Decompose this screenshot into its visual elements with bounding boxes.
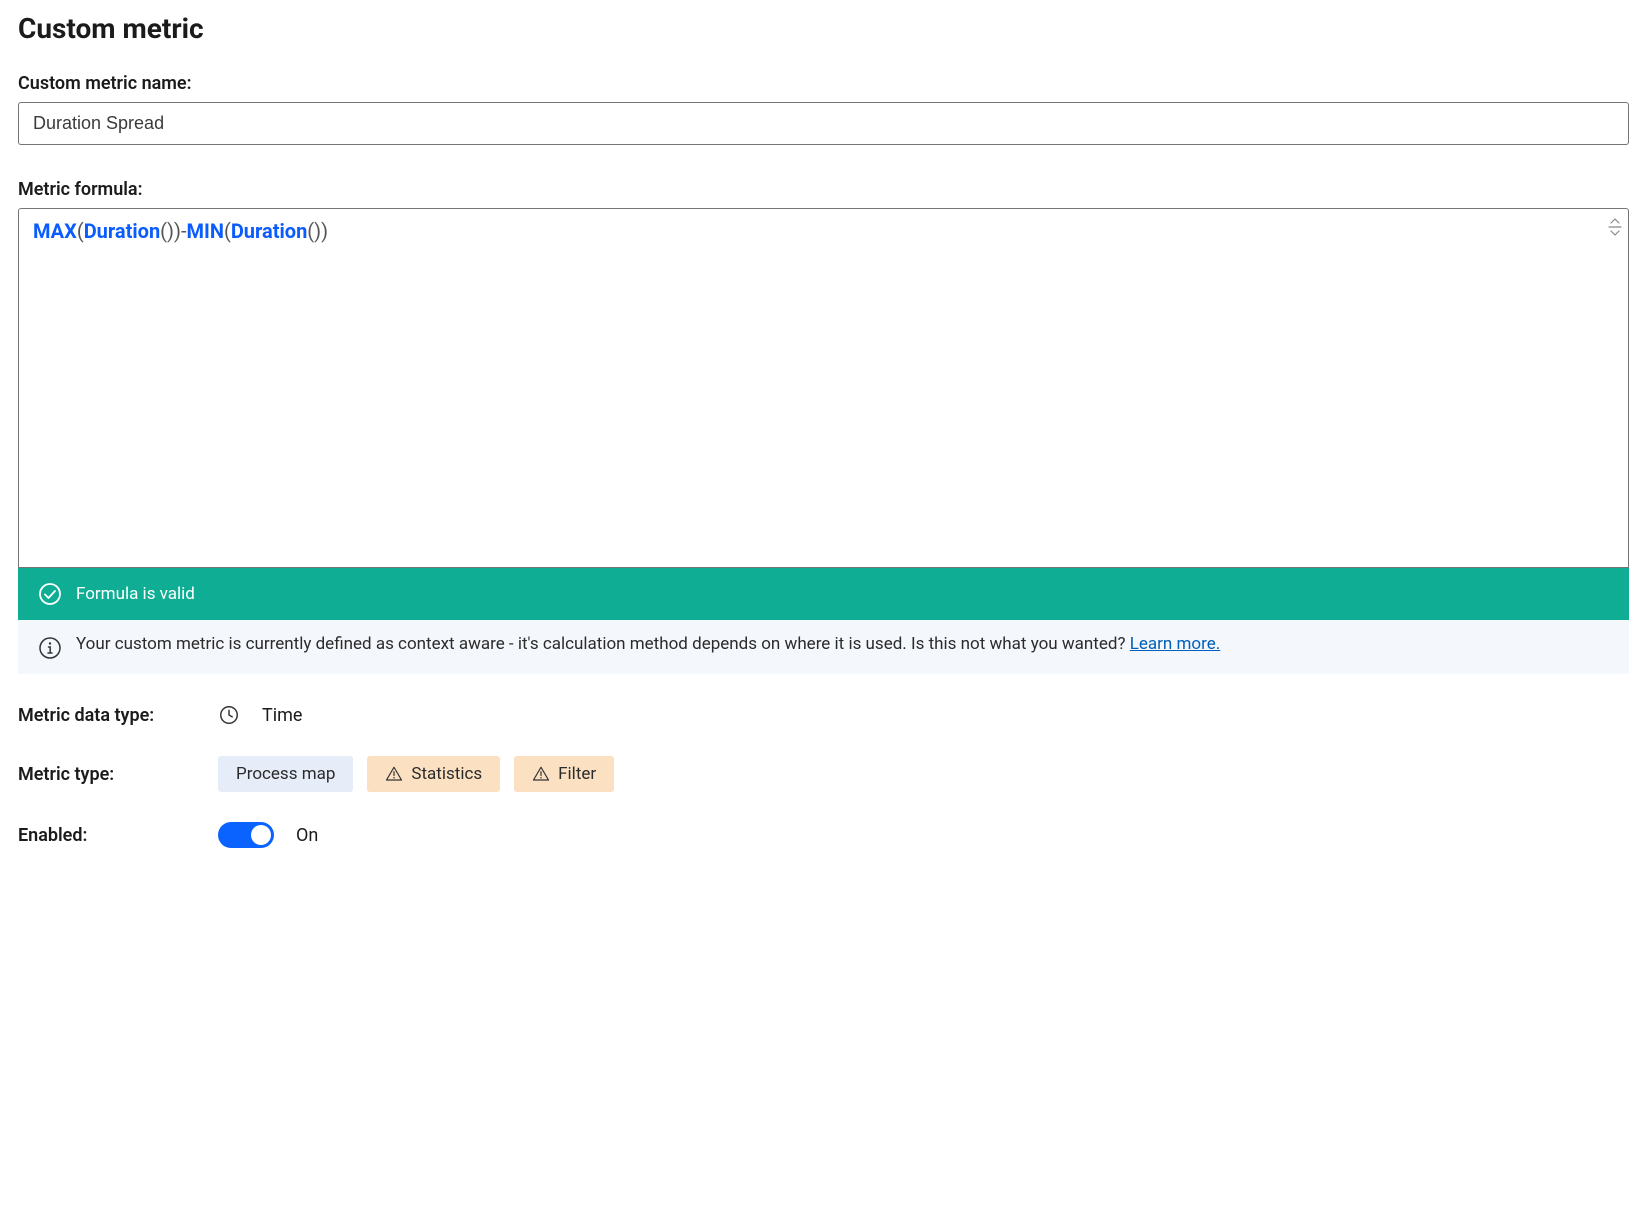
clock-icon xyxy=(218,704,240,726)
check-circle-icon xyxy=(38,582,62,606)
metric-type-label: Metric type: xyxy=(18,764,218,785)
enabled-toggle[interactable] xyxy=(218,822,274,848)
data-type-value: Time xyxy=(262,705,302,726)
data-type-label: Metric data type: xyxy=(18,705,218,726)
learn-more-link[interactable]: Learn more. xyxy=(1130,634,1221,654)
info-bar: Your custom metric is currently defined … xyxy=(18,620,1629,674)
token-paren: ) xyxy=(321,219,328,243)
toggle-knob xyxy=(251,825,271,845)
formula-label: Metric formula: xyxy=(18,179,1629,200)
metric-name-input[interactable] xyxy=(18,102,1629,145)
enabled-row: Enabled: On xyxy=(18,822,1629,848)
info-text: Your custom metric is currently defined … xyxy=(76,634,1126,654)
metric-type-chips: Process map Statistics Filter xyxy=(218,756,614,792)
chip-label: Process map xyxy=(236,764,335,784)
formula-section: Metric formula: MAX(Duration())-MIN(Dura… xyxy=(18,179,1629,674)
name-label: Custom metric name: xyxy=(18,73,1629,94)
status-text: Formula is valid xyxy=(76,584,195,604)
status-bar: Formula is valid xyxy=(18,568,1629,620)
chip-label: Filter xyxy=(558,764,596,784)
chip-statistics[interactable]: Statistics xyxy=(367,756,500,792)
warning-icon xyxy=(532,765,550,783)
info-icon xyxy=(38,636,62,660)
resize-handle-icon[interactable] xyxy=(1608,217,1622,241)
token-paren: ( xyxy=(224,219,231,243)
token-func-min: MIN xyxy=(186,219,223,243)
warning-icon xyxy=(385,765,403,783)
chip-filter[interactable]: Filter xyxy=(514,756,614,792)
token-paren: ) xyxy=(174,219,181,243)
chip-process-map[interactable]: Process map xyxy=(218,756,353,792)
token-paren: () xyxy=(160,219,174,243)
token-ident-duration: Duration xyxy=(231,219,307,243)
chip-label: Statistics xyxy=(411,764,482,784)
formula-content: MAX(Duration())-MIN(Duration()) xyxy=(33,219,1614,243)
enabled-label: Enabled: xyxy=(18,825,218,846)
enabled-text: On xyxy=(296,825,318,846)
data-type-row: Metric data type: Time xyxy=(18,704,1629,726)
token-paren: ( xyxy=(77,219,84,243)
token-paren: () xyxy=(307,219,321,243)
info-text-wrap: Your custom metric is currently defined … xyxy=(76,634,1220,654)
name-section: Custom metric name: xyxy=(18,73,1629,145)
token-ident-duration: Duration xyxy=(84,219,160,243)
page-title: Custom metric xyxy=(18,12,1629,45)
formula-editor[interactable]: MAX(Duration())-MIN(Duration()) xyxy=(18,208,1629,568)
token-func-max: MAX xyxy=(33,219,77,243)
metric-type-row: Metric type: Process map Statistics Filt… xyxy=(18,756,1629,792)
